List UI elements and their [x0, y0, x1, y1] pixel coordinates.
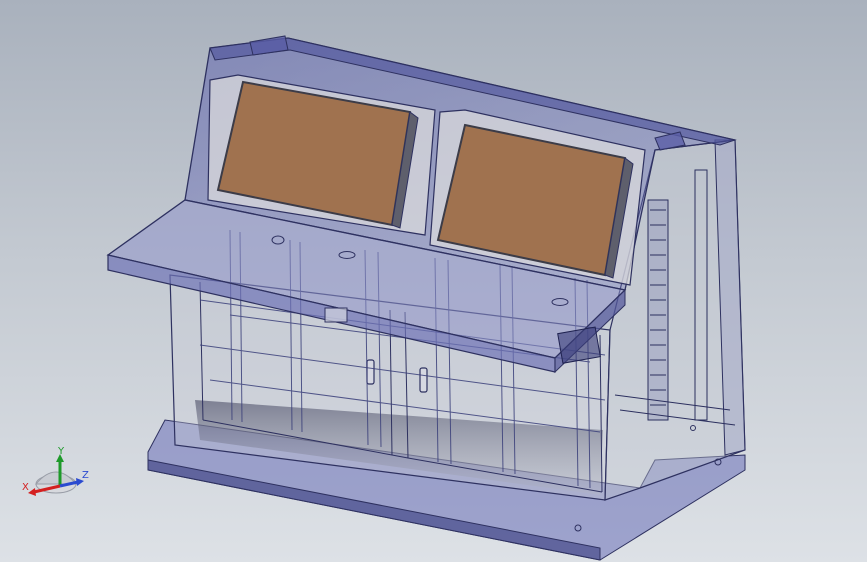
x-arrow-icon: [28, 488, 36, 496]
door-handle-right: [419, 367, 428, 393]
cad-viewport[interactable]: X Y Z: [0, 0, 867, 562]
orientation-triad[interactable]: X Y Z: [18, 446, 98, 506]
z-axis-label: Z: [82, 470, 89, 481]
console-3d-model[interactable]: [0, 0, 867, 562]
connector-block: [557, 326, 601, 364]
door-handle-left: [366, 359, 375, 385]
y-axis-label: Y: [57, 446, 65, 457]
x-axis-label: X: [22, 482, 29, 493]
triad-dome-icon: [34, 471, 78, 485]
shelf-latch: [324, 307, 348, 323]
